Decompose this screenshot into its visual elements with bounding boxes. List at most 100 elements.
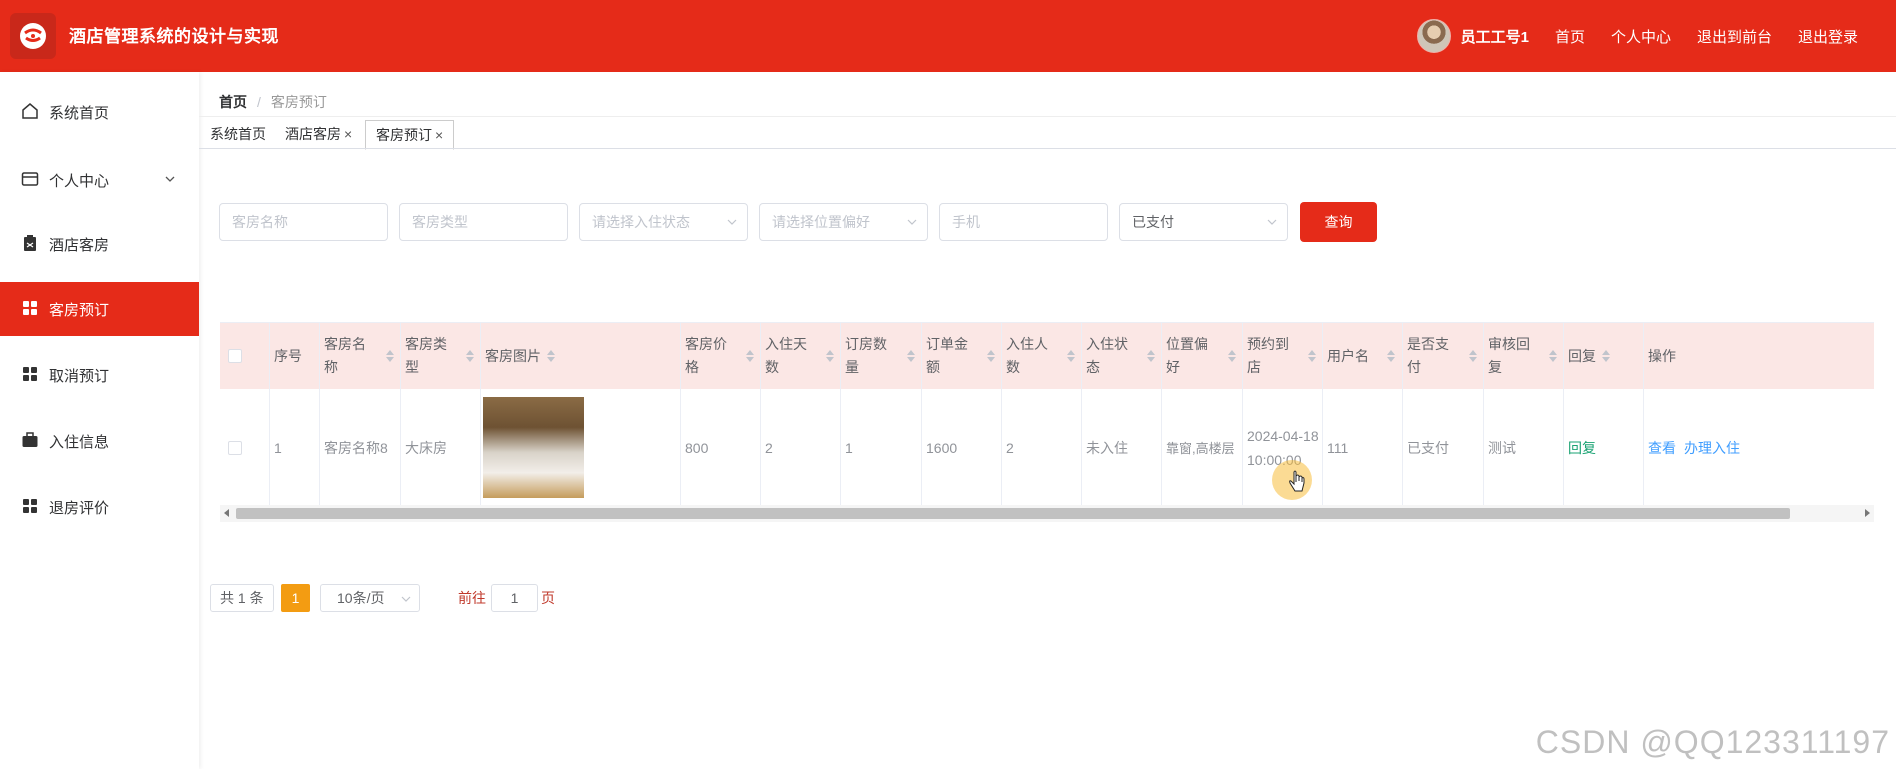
payment-status-select[interactable]: 已支付 bbox=[1119, 203, 1288, 241]
close-icon[interactable]: × bbox=[344, 126, 352, 142]
briefcase-icon bbox=[22, 432, 38, 447]
page-number-active[interactable]: 1 bbox=[281, 584, 310, 612]
select-all-checkbox[interactable] bbox=[228, 349, 242, 363]
header-cell[interactable]: 订单金额 bbox=[922, 323, 1002, 389]
row-checkbox[interactable] bbox=[228, 440, 242, 455]
header-label: 是否支付 bbox=[1407, 336, 1449, 375]
sidebar-item-hotel-rooms[interactable]: 酒店客房 bbox=[0, 217, 199, 271]
breadcrumb-separator: / bbox=[257, 94, 261, 110]
tab-hotel-rooms[interactable]: 酒店客房 × bbox=[285, 120, 352, 148]
table-header: 序号 客房名称 客房类型 客房图片 客房价格 入住天数 订房数量 订单金额 入住… bbox=[220, 323, 1874, 390]
cell-rooms: 1 bbox=[841, 389, 922, 506]
sort-icon bbox=[386, 350, 394, 362]
cell-actions: 查看 办理入住 bbox=[1644, 389, 1874, 506]
header-cell[interactable]: 审核回复 bbox=[1484, 323, 1564, 389]
phone-input[interactable]: 手机 bbox=[939, 203, 1108, 241]
header-cell[interactable]: 是否支付 bbox=[1403, 323, 1484, 389]
reply-button[interactable]: 回复 bbox=[1568, 438, 1596, 458]
sidebar-item-checkin-info[interactable]: 入住信息 bbox=[0, 414, 199, 468]
sort-icon bbox=[1602, 350, 1610, 362]
goto-label: 前往 bbox=[458, 590, 486, 606]
watermark: CSDN @QQ123311197 bbox=[1535, 724, 1890, 760]
avatar bbox=[1416, 19, 1451, 53]
header-label: 客房图片 bbox=[485, 347, 541, 364]
nav-profile-link[interactable]: 个人中心 bbox=[1611, 26, 1671, 47]
header-cell[interactable]: 入住人数 bbox=[1002, 323, 1082, 389]
breadcrumb-home[interactable]: 首页 bbox=[219, 94, 247, 110]
room-thumbnail[interactable] bbox=[483, 397, 584, 498]
sidebar-item-cancel-booking[interactable]: 取消预订 bbox=[0, 348, 199, 402]
tab-label: 酒店客房 bbox=[285, 126, 341, 142]
checkin-status-select[interactable]: 请选择入住状态 bbox=[579, 203, 748, 241]
app-title: 酒店管理系统的设计与实现 bbox=[69, 27, 279, 46]
sidebar-item-label: 个人中心 bbox=[49, 172, 110, 190]
horizontal-scrollbar[interactable] bbox=[220, 505, 1874, 522]
room-name-placeholder: 客房名称 bbox=[232, 214, 288, 230]
header-cell[interactable]: 入住天数 bbox=[761, 323, 841, 389]
chevron-down-icon bbox=[401, 596, 411, 602]
app-logo bbox=[10, 13, 56, 59]
nav-home-link[interactable]: 首页 bbox=[1555, 26, 1585, 47]
room-type-input[interactable]: 客房类型 bbox=[399, 203, 568, 241]
chevron-down-icon bbox=[907, 219, 917, 225]
header-cell: 操作 bbox=[1644, 323, 1874, 389]
cell-paid: 已支付 bbox=[1403, 389, 1484, 506]
user-menu[interactable]: 员工工号1 bbox=[1416, 19, 1529, 53]
cell-location: 靠窗,高楼层 bbox=[1162, 389, 1243, 506]
header-nav: 员工工号1 首页 个人中心 退出到前台 退出登录 bbox=[1416, 0, 1858, 72]
header-cell[interactable]: 客房图片 bbox=[481, 323, 681, 389]
header-cell[interactable]: 订房数量 bbox=[841, 323, 922, 389]
row-select-cell bbox=[220, 389, 270, 506]
header-label: 入住天数 bbox=[765, 336, 807, 375]
sort-icon bbox=[826, 350, 834, 362]
goto-page-input[interactable]: 1 bbox=[491, 584, 538, 612]
cell-room-image bbox=[481, 389, 681, 506]
sidebar-item-room-booking[interactable]: 客房预订 bbox=[0, 282, 199, 336]
sidebar-item-checkout-review[interactable]: 退房评价 bbox=[0, 480, 199, 534]
query-button[interactable]: 查询 bbox=[1300, 202, 1377, 242]
tab-system-home[interactable]: 系统首页 bbox=[210, 120, 266, 148]
scroll-thumb[interactable] bbox=[236, 508, 1790, 519]
sidebar-item-personal-center[interactable]: 个人中心 bbox=[0, 153, 199, 207]
header-cell[interactable]: 客房价格 bbox=[681, 323, 761, 389]
header-label: 操作 bbox=[1648, 347, 1676, 364]
nav-exit-frontend-link[interactable]: 退出到前台 bbox=[1697, 26, 1772, 47]
cell-amount: 1600 bbox=[922, 389, 1002, 506]
header-cell[interactable]: 客房类型 bbox=[401, 323, 481, 389]
page-size-select[interactable]: 10条/页 bbox=[320, 584, 420, 612]
sort-icon bbox=[466, 350, 474, 362]
cell-days: 2 bbox=[761, 389, 841, 506]
payment-status-value: 已支付 bbox=[1132, 214, 1174, 230]
logo-icon bbox=[20, 23, 46, 49]
cell-status: 未入住 bbox=[1082, 389, 1162, 506]
hand-cursor-icon bbox=[1289, 470, 1305, 492]
checkin-status-placeholder: 请选择入住状态 bbox=[592, 214, 690, 230]
location-pref-select[interactable]: 请选择位置偏好 bbox=[759, 203, 928, 241]
sidebar-item-label: 入住信息 bbox=[49, 433, 110, 451]
header-cell[interactable]: 客房名称 bbox=[320, 323, 401, 389]
cell-username: 111 bbox=[1323, 389, 1403, 506]
scroll-left-arrow-icon[interactable] bbox=[224, 509, 229, 517]
scroll-right-arrow-icon[interactable] bbox=[1865, 509, 1870, 517]
sidebar-item-label: 取消预订 bbox=[49, 367, 110, 385]
tab-room-booking[interactable]: 客房预订 × bbox=[365, 120, 455, 150]
sidebar-item-label: 系统首页 bbox=[49, 104, 110, 122]
room-name-input[interactable]: 客房名称 bbox=[219, 203, 388, 241]
header-label: 入住人数 bbox=[1006, 336, 1048, 375]
header-cell[interactable]: 位置偏好 bbox=[1162, 323, 1243, 389]
cell-reply: 回复 bbox=[1564, 389, 1644, 506]
checkin-button[interactable]: 办理入住 bbox=[1684, 438, 1740, 458]
booking-table: 序号 客房名称 客房类型 客房图片 客房价格 入住天数 订房数量 订单金额 入住… bbox=[220, 322, 1874, 506]
sort-icon bbox=[1308, 350, 1316, 362]
header-cell[interactable]: 用户名 bbox=[1323, 323, 1403, 389]
sidebar-item-system-home[interactable]: 系统首页 bbox=[0, 85, 199, 139]
header-cell[interactable]: 预约到店 bbox=[1243, 323, 1323, 389]
nav-logout-link[interactable]: 退出登录 bbox=[1798, 26, 1858, 47]
header-label: 客房类型 bbox=[405, 336, 447, 375]
view-button[interactable]: 查看 bbox=[1648, 438, 1676, 458]
header-label: 审核回复 bbox=[1488, 336, 1530, 375]
close-icon[interactable]: × bbox=[435, 127, 443, 143]
header-cell[interactable]: 回复 bbox=[1564, 323, 1644, 389]
header-cell[interactable]: 入住状态 bbox=[1082, 323, 1162, 389]
clipboard-icon bbox=[24, 235, 36, 251]
